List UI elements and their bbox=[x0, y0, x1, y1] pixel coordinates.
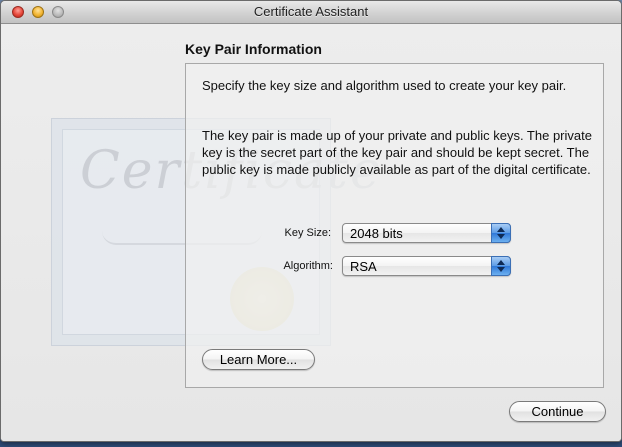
algorithm-popup[interactable]: RSA bbox=[342, 256, 511, 276]
arrow-up-icon bbox=[497, 227, 505, 232]
arrow-down-icon bbox=[497, 234, 505, 239]
chevron-updown-icon[interactable] bbox=[491, 223, 511, 243]
window-content: Certificate Key Pair Information Specify… bbox=[1, 24, 621, 441]
arrow-down-icon bbox=[497, 267, 505, 272]
title-bar[interactable]: Certificate Assistant bbox=[1, 1, 621, 24]
learn-more-button[interactable]: Learn More... bbox=[202, 349, 315, 370]
description-paragraph-1: Specify the key size and algorithm used … bbox=[202, 78, 567, 93]
window-title: Certificate Assistant bbox=[253, 4, 369, 19]
algorithm-label: Algorithm: bbox=[283, 260, 333, 272]
key-size-value: 2048 bits bbox=[350, 226, 403, 241]
algorithm-value: RSA bbox=[350, 259, 377, 274]
arrow-up-icon bbox=[497, 260, 505, 265]
continue-button[interactable]: Continue bbox=[509, 401, 606, 422]
page-title: Key Pair Information bbox=[185, 41, 322, 57]
key-size-popup[interactable]: 2048 bits bbox=[342, 223, 511, 243]
key-size-label: Key Size: bbox=[284, 227, 331, 239]
certificate-assistant-window: Certificate Assistant Certificate Key Pa… bbox=[0, 0, 622, 442]
description-paragraph-2: The key pair is made up of your private … bbox=[202, 128, 592, 177]
chevron-updown-icon[interactable] bbox=[491, 256, 511, 276]
info-panel: Specify the key size and algorithm used … bbox=[185, 63, 604, 388]
